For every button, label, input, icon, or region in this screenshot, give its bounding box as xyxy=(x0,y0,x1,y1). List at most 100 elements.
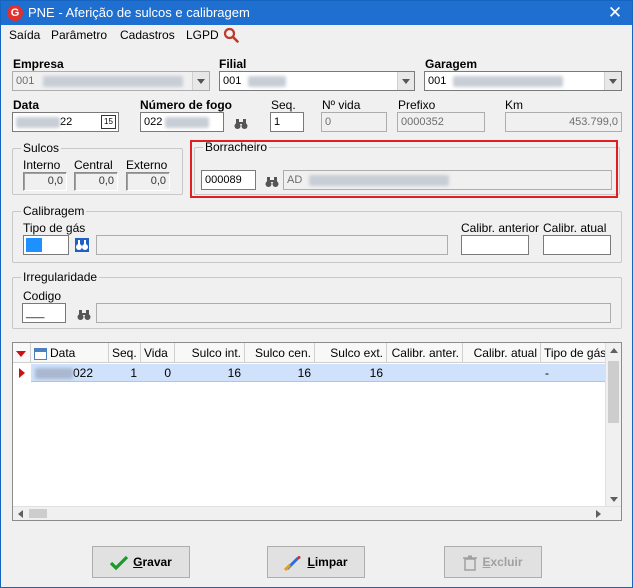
col-header-vida[interactable]: Vida xyxy=(141,343,175,363)
calibr-atual-input[interactable] xyxy=(543,235,611,255)
triangle-right-icon xyxy=(19,368,25,378)
prefixo-label: Prefixo xyxy=(398,98,436,112)
seq-input[interactable]: 1 xyxy=(270,112,304,132)
garagem-label: Garagem xyxy=(425,57,478,71)
gravar-label: ravar xyxy=(142,555,172,569)
cell-calibr-atual xyxy=(463,364,541,382)
col-header-sulco-ext[interactable]: Sulco ext. xyxy=(315,343,387,363)
table-icon xyxy=(34,347,47,360)
redacted-text xyxy=(165,116,210,128)
irregularidade-title: Irregularidade xyxy=(21,270,100,284)
redacted-text xyxy=(453,75,564,87)
tipo-gas-desc-field xyxy=(96,235,448,255)
col-header-data[interactable]: Data xyxy=(31,343,109,363)
col-header-calibr-anter[interactable]: Calibr. anter. xyxy=(387,343,463,363)
col-header-calibr-atual[interactable]: Calibr. atual xyxy=(463,343,541,363)
filial-value: 001 xyxy=(223,75,242,87)
scroll-right-icon[interactable] xyxy=(596,510,601,518)
search-icon[interactable] xyxy=(223,27,239,43)
scroll-up-icon[interactable] xyxy=(610,348,618,353)
eraser-icon xyxy=(284,555,301,571)
col-header-tipo-gas[interactable]: Tipo de gás xyxy=(541,343,607,363)
cell-seq: 1 xyxy=(130,366,137,380)
triangle-down-icon xyxy=(16,351,26,357)
cell-sulco-int: 16 xyxy=(227,366,241,380)
numero-fogo-label: Número de fogo xyxy=(140,98,232,112)
numero-fogo-value: 022 xyxy=(144,116,163,128)
col-header-seq[interactable]: Seq. xyxy=(109,343,141,363)
tipo-gas-input[interactable] xyxy=(23,235,69,255)
irregularidade-desc-field xyxy=(96,303,611,323)
vertical-scrollbar[interactable] xyxy=(605,343,621,507)
redacted-text xyxy=(248,75,287,87)
cell-sulco-ext: 16 xyxy=(369,366,383,380)
filial-label: Filial xyxy=(219,57,247,71)
grid-menu-arrow[interactable] xyxy=(13,343,31,363)
numero-fogo-input[interactable]: 022 xyxy=(140,112,224,132)
calibr-atual-label: Calibr. atual xyxy=(543,221,607,235)
redacted-text xyxy=(35,368,73,380)
cell-data-value: 022 xyxy=(73,366,94,380)
empresa-select[interactable]: 001 xyxy=(12,71,210,91)
table-row[interactable]: 022 1 0 16 16 16 - xyxy=(13,364,607,382)
highlight-box xyxy=(190,140,618,198)
scroll-left-icon[interactable] xyxy=(18,510,23,518)
limpar-button[interactable]: Limpar xyxy=(267,546,365,578)
close-button[interactable]: ✕ xyxy=(604,2,626,24)
data-value: 22 xyxy=(60,116,73,128)
calibragem-title: Calibragem xyxy=(21,204,87,218)
tipo-gas-label: Tipo de gás xyxy=(23,221,86,235)
calibr-anterior-input[interactable] xyxy=(461,235,529,255)
cell-tipo-gas: - xyxy=(545,366,549,380)
records-grid[interactable]: Data Seq. Vida Sulco int. Sulco cen. Sul… xyxy=(12,342,622,521)
gravar-button[interactable]: Gravar xyxy=(92,546,190,578)
menu-item-saida[interactable]: Saída xyxy=(9,28,40,42)
seq-label: Seq. xyxy=(271,98,296,112)
menu-bar: Saída Parâmetro Cadastros LGPD xyxy=(1,25,632,45)
checkmark-icon xyxy=(110,555,129,571)
empresa-value: 001 xyxy=(16,75,35,87)
col-header-sulco-cen[interactable]: Sulco cen. xyxy=(245,343,315,363)
app-logo-icon: G xyxy=(7,5,23,21)
externo-value: 0,0 xyxy=(126,172,170,191)
garagem-select[interactable]: 001 xyxy=(424,71,622,91)
scroll-thumb[interactable] xyxy=(608,361,619,423)
limpar-label-accel: L xyxy=(307,555,315,569)
nvida-label: Nº vida xyxy=(322,98,361,112)
central-value: 0,0 xyxy=(74,172,118,191)
scroll-thumb-h[interactable] xyxy=(29,509,47,518)
redacted-text xyxy=(16,116,60,128)
filial-select[interactable]: 001 xyxy=(219,71,415,91)
redacted-text xyxy=(43,75,184,87)
interno-label: Interno xyxy=(23,158,61,172)
codigo-input[interactable]: ___ xyxy=(22,303,66,323)
chevron-down-icon xyxy=(397,72,414,90)
garagem-value: 001 xyxy=(428,75,447,87)
title-bar: G PNE - Aferição de sulcos e calibragem … xyxy=(1,1,632,25)
cell-vida: 0 xyxy=(164,366,171,380)
sulcos-title: Sulcos xyxy=(21,141,62,155)
chevron-down-icon xyxy=(604,72,621,90)
horizontal-scrollbar[interactable] xyxy=(13,506,621,520)
data-input[interactable]: 22 15 xyxy=(12,112,119,132)
excluir-label: xcluir xyxy=(490,555,523,569)
menu-item-lgpd[interactable]: LGPD xyxy=(186,28,219,42)
grid-header: Data Seq. Vida Sulco int. Sulco cen. Sul… xyxy=(13,343,607,363)
binoculars-icon[interactable] xyxy=(234,118,248,130)
binoculars-search-icon[interactable] xyxy=(74,237,90,253)
menu-item-cadastros[interactable]: Cadastros xyxy=(120,28,175,42)
codigo-label: Codigo xyxy=(23,289,62,303)
excluir-label-accel: E xyxy=(482,555,491,569)
excluir-button[interactable]: Excluir xyxy=(444,546,542,578)
scroll-down-icon[interactable] xyxy=(610,497,618,502)
calendar-icon[interactable]: 15 xyxy=(101,115,116,129)
nvida-field: 0 xyxy=(321,112,387,132)
data-label: Data xyxy=(13,98,40,112)
col-header-sulco-int[interactable]: Sulco int. xyxy=(175,343,245,363)
menu-item-parametro[interactable]: Parâmetro xyxy=(51,28,107,42)
cell-calibr-anter xyxy=(387,364,463,382)
limpar-label: impar xyxy=(314,555,348,569)
km-field: 453.799,0 xyxy=(505,112,622,132)
binoculars-icon[interactable] xyxy=(77,309,91,321)
central-label: Central xyxy=(74,158,113,172)
